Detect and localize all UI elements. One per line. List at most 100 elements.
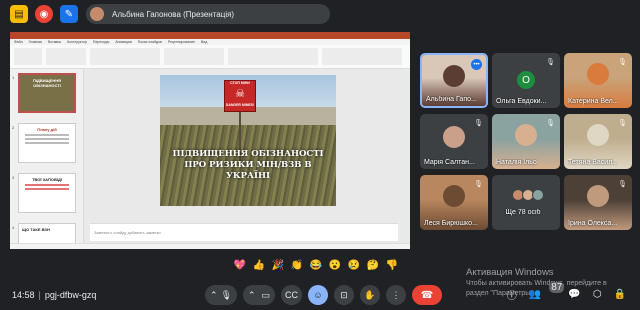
more-participants-avatars [512, 189, 544, 201]
activities-icon[interactable]: ⬡ [593, 289, 602, 300]
presenter-label: Альбина Гапонова (Презентація) [112, 9, 235, 19]
end-call-icon: ☎ [420, 289, 434, 301]
thumbs-down-reaction-icon[interactable]: 👎 [384, 257, 400, 273]
slide-thumbnails: 1 ПІДВИЩЕННЯ ОБІЗНАНОСТІ 2 Плану дій 3 Т… [10, 69, 84, 249]
participant-tile[interactable]: Ще 78 осіб [492, 175, 560, 230]
chat-icon[interactable]: 💬 [568, 289, 580, 300]
reactions-button[interactable]: ☺ [308, 285, 328, 305]
ppt-statusbar [10, 243, 410, 249]
mic-button[interactable]: ⌃ 🎙 [205, 285, 237, 305]
participant-tile[interactable]: 🎙 Тетяна Васил... [564, 114, 632, 169]
participant-name: Ще 78 осіб [505, 209, 541, 216]
slide-notes[interactable]: Заметки к слайду добавить заметки [90, 223, 398, 241]
people-count-badge: 87 [549, 282, 565, 293]
participant-tile[interactable]: О 🎙 Ольга Евдоки... [492, 53, 560, 108]
avatar [90, 7, 104, 21]
thumb-title: ПІДВИЩЕННЯ ОБІЗНАНОСТІ [33, 78, 61, 88]
emoji-icon: ☺ [313, 290, 323, 300]
thumb-num: 4 [12, 225, 15, 230]
headline-line-1: ПІДВИЩЕННЯ ОБІЗНАНОСТІ [172, 149, 324, 159]
chevron-up-icon[interactable]: ⌃ [248, 290, 256, 301]
participant-tile[interactable]: 🎙 Ірина Олекса... [564, 175, 632, 230]
ppt-ribbon [10, 45, 410, 69]
ppt-menu-item: Анимация [115, 40, 132, 44]
mic-off-icon: 🎙 [546, 120, 555, 127]
mic-off-icon: 🎙 [618, 59, 627, 66]
call-controls: ⌃ 🎙 ⌃ ▭ CC ☺ ⊡ ✋ ⋮ ☎ [205, 285, 442, 305]
meeting-time: 14:58 [12, 290, 35, 300]
thinking-reaction-icon[interactable]: 🤔 [365, 257, 381, 273]
presenter-chip[interactable]: Альбина Гапонова (Презентація) [86, 4, 330, 24]
participant-face [443, 185, 465, 207]
lock-icon[interactable]: 🔒 [614, 289, 626, 300]
mic-icon: 🎙 [220, 289, 232, 300]
slide-thumbnail[interactable]: ТВОЇ ЗАПОВІДІ [18, 173, 76, 213]
mic-off-icon: 🎙 [618, 181, 627, 188]
slide-headline: ПІДВИЩЕННЯ ОБІЗНАНОСТІ ПРО РИЗИКИ МІН/ВЗ… [168, 149, 328, 182]
ppt-menu-item: Переходы [92, 40, 110, 44]
thumb-title: ЩО ТАКЕ ВЗН [22, 227, 50, 232]
camera-button[interactable]: ⌃ ▭ [243, 285, 275, 305]
ppt-title-bar [10, 32, 410, 39]
surprised-reaction-icon[interactable]: 😮 [327, 257, 343, 273]
ppt-menu-item: Вид [200, 40, 208, 44]
mic-off-icon: 🎙 [546, 59, 555, 66]
participant-face [587, 124, 609, 146]
mic-off-icon: 🎙 [474, 181, 483, 188]
slide-thumbnail[interactable]: Плану дій [18, 123, 76, 163]
captions-button[interactable]: CC [281, 285, 302, 305]
laugh-reaction-icon[interactable]: 😂 [308, 257, 324, 273]
participant-name: Ольга Евдоки... [496, 98, 547, 105]
clap-reaction-icon[interactable]: 👏 [289, 257, 305, 273]
whiteboard-icon[interactable]: ✎ [60, 5, 78, 23]
speaking-indicator-icon: ••• [471, 59, 482, 70]
shared-screen[interactable]: Файл Главная Вставка Конструктор Переход… [10, 32, 410, 249]
participant-tile[interactable]: 🎙 Марія Салтан... [420, 114, 488, 169]
info-icon[interactable]: ⓘ [507, 287, 517, 302]
activation-title: Активация Windows [466, 267, 554, 278]
sticky-note-icon[interactable]: ▤ [10, 5, 28, 23]
camera-icon: ▭ [261, 289, 270, 300]
participant-name: Наталія Ільо [496, 159, 537, 166]
sign-text: DANGER MINES! [225, 103, 255, 107]
people-icon[interactable]: 👥87 [529, 282, 565, 300]
ppt-body: 1 ПІДВИЩЕННЯ ОБІЗНАНОСТІ 2 Плану дій 3 Т… [10, 69, 410, 249]
meeting-code[interactable]: pgj-dfbw-gzq [45, 290, 97, 300]
thumb-num: 2 [12, 125, 15, 130]
sad-reaction-icon[interactable]: 😢 [346, 257, 362, 273]
mic-off-icon: 🎙 [618, 120, 627, 127]
end-call-button[interactable]: ☎ [412, 285, 442, 305]
thumb-title: Плану дій [37, 127, 57, 132]
chevron-up-icon[interactable]: ⌃ [210, 290, 218, 301]
participant-tile[interactable]: 🎙 Наталія Ільо [492, 114, 560, 169]
heart-reaction-icon[interactable]: 💖 [232, 257, 248, 273]
record-icon[interactable]: ◉ [35, 5, 53, 23]
raise-hand-button[interactable]: ✋ [360, 285, 380, 305]
participant-name: Тетяна Васил... [568, 159, 619, 166]
current-slide[interactable]: СТОП МІНИ ☠ DANGER MINES! ПІДВИЩЕННЯ ОБІ… [160, 75, 336, 206]
participant-face [587, 185, 609, 207]
thumb-title: ТВОЇ ЗАПОВІДІ [32, 177, 62, 182]
ppt-menu-item: Главная [28, 40, 42, 44]
ppt-menu-item: Рецензирование [167, 40, 195, 44]
ppt-menu-item: Показ слайдов [137, 40, 162, 44]
more-options-button[interactable]: ⋮ [386, 285, 406, 305]
participant-tile[interactable]: 🎙 Леся Бирюшко... [420, 175, 488, 230]
participant-face [443, 65, 465, 87]
participant-name: Альбина Гапо... [426, 96, 477, 103]
avatar [532, 189, 544, 201]
participant-name: Марія Салтан... [424, 159, 475, 166]
present-button[interactable]: ⊡ [334, 285, 354, 305]
thumb-num: 1 [12, 75, 15, 80]
participant-tile[interactable]: ••• Альбина Гапо... [420, 53, 488, 108]
slide-thumbnail[interactable]: ПІДВИЩЕННЯ ОБІЗНАНОСТІ [18, 73, 76, 113]
thumb-num: 3 [12, 175, 15, 180]
side-panel-controls: ⓘ 👥87 💬 ⬡ 🔒 [507, 282, 626, 302]
participant-name: Леся Бирюшко... [424, 220, 478, 227]
participant-initial: О [517, 71, 535, 89]
participant-tile[interactable]: 🎙 Катерина Вел... [564, 53, 632, 108]
party-reaction-icon[interactable]: 🎉 [270, 257, 286, 273]
participant-face [515, 124, 537, 146]
notes-placeholder: Заметки к слайду добавить заметки [94, 230, 161, 235]
thumbs-up-reaction-icon[interactable]: 👍 [251, 257, 267, 273]
